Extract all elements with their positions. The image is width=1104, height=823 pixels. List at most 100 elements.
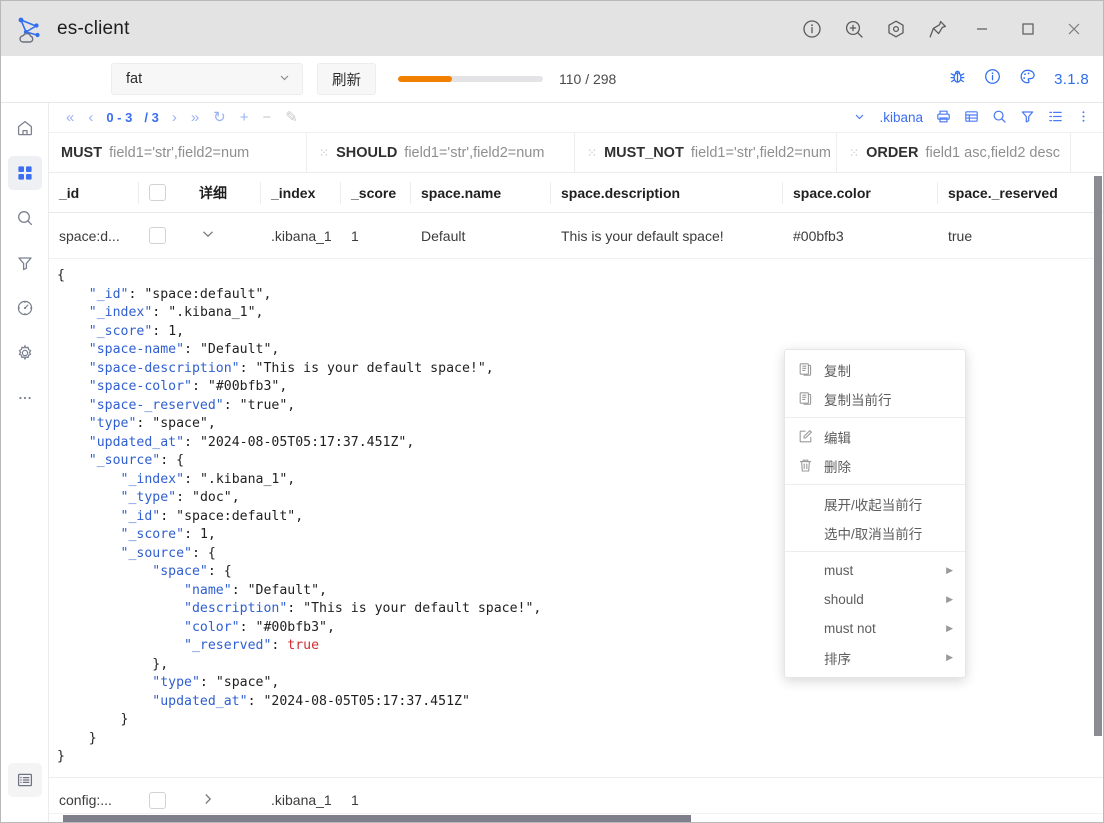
sidebar-item-panel-toggle[interactable] [8,763,42,797]
menu-item-label: 展开/收起当前行 [824,494,922,514]
menu-item-label: 排序 [824,648,851,668]
filter-icon[interactable] [1020,109,1035,127]
row-checkbox[interactable] [139,213,189,258]
pagination-bar: « ‹ 0 - 3 / 3 › » ↻ + − ✎ .kibana [49,103,1103,133]
version-label: 3.1.8 [1054,71,1089,88]
json-line: } [57,748,1103,767]
vertical-scrollbar[interactable] [1093,173,1103,813]
row-expand-toggle[interactable] [189,778,261,814]
menu-must-not[interactable]: must not▶ [785,614,965,643]
close-button[interactable] [1051,9,1097,49]
query-segment-must[interactable]: MUSTfield1='str',field2=num [49,133,307,172]
search-icon[interactable] [992,109,1007,127]
add-icon[interactable]: + [233,110,256,125]
menu-item-label: must not [824,621,876,636]
json-line: "updated_at": "2024-08-05T05:17:37.451Z" [57,693,1103,712]
chevron-down-icon[interactable] [853,110,866,126]
pager-right-tools: .kibana [853,109,1095,127]
drag-grip-icon[interactable]: ⁙ [587,146,595,160]
page-prev-button[interactable]: ‹ [81,110,100,125]
query-segment-must_not[interactable]: ⁙MUST_NOTfield1='str',field2=num [575,133,837,172]
menu-select-row[interactable]: 选中/取消当前行 [785,518,965,547]
column-header--id: _id [49,182,139,204]
sidebar-item-more[interactable] [8,381,42,415]
maximize-button[interactable] [1005,9,1051,49]
title-bar-buttons [791,9,1097,49]
settings-hex-icon[interactable] [875,9,917,49]
table-icon[interactable] [964,109,979,127]
sidebar-item-settings[interactable] [8,336,42,370]
query-segment-order[interactable]: ⁙ORDERfield1 asc,field2 desc [837,133,1071,172]
query-segment-should[interactable]: ⁙SHOULDfield1='str',field2=num [307,133,575,172]
refresh-icon[interactable]: ↻ [206,110,233,125]
menu-delete[interactable]: 删除 [785,451,965,480]
menu-should[interactable]: should▶ [785,585,965,614]
column-header--index: _index [261,182,341,204]
vertical-scrollbar-thumb[interactable] [1094,176,1102,736]
app-window: es-client [0,0,1104,823]
drag-grip-icon[interactable]: ⁙ [319,146,327,160]
info-circle-icon[interactable] [984,68,1001,90]
context-menu: 复制复制当前行编辑删除展开/收起当前行选中/取消当前行must▶should▶m… [784,349,966,678]
cell-space-color: #00bfb3 [783,213,938,258]
submenu-arrow-icon: ▶ [946,565,953,576]
table-row[interactable]: config:... .kibana_1 1 [49,778,1103,814]
row-checkbox[interactable] [139,778,189,814]
edit-icon[interactable]: ✎ [278,110,305,125]
menu-sort[interactable]: 排序▶ [785,643,965,672]
menu-item-label: 删除 [824,456,851,476]
current-index-label: .kibana [879,110,923,125]
json-line: "_score": 1, [57,323,1103,342]
submenu-arrow-icon: ▶ [946,594,953,605]
info-icon[interactable] [791,9,833,49]
cell-index: .kibana_1 [261,213,341,258]
index-select[interactable]: fat [111,63,303,95]
menu-separator [785,551,965,552]
horizontal-scrollbar-thumb[interactable] [63,815,691,822]
menu-must[interactable]: must▶ [785,556,965,585]
minimize-button[interactable] [959,9,1005,49]
menu-expand-row[interactable]: 展开/收起当前行 [785,489,965,518]
cell-space-reserved: true [938,213,1098,258]
page-next-button[interactable]: › [165,110,184,125]
json-line: { [57,267,1103,286]
query-builder-bar: MUSTfield1='str',field2=num⁙SHOULDfield1… [49,133,1103,173]
zoom-in-icon[interactable] [833,9,875,49]
index-select-value: fat [126,71,142,87]
menu-edit[interactable]: 编辑 [785,422,965,451]
sidebar-item-search[interactable] [8,201,42,235]
query-keyword: MUST_NOT [604,145,684,161]
menu-copy-row[interactable]: 复制当前行 [785,384,965,413]
palette-icon[interactable] [1019,68,1036,90]
cell-space-name: Default [411,213,551,258]
checkbox-box [149,792,166,809]
page-last-button[interactable]: » [184,110,206,125]
column-header-space-description: space.description [551,182,783,204]
app-body: « ‹ 0 - 3 / 3 › » ↻ + − ✎ .kibana [1,103,1103,822]
connection-name-redacted[interactable] [19,72,91,87]
menu-separator [785,417,965,418]
menu-separator [785,484,965,485]
column-header-space-reserved: space._reserved [938,182,1098,204]
menu-copy[interactable]: 复制 [785,355,965,384]
sidebar-item-grid[interactable] [8,156,42,190]
table-row[interactable]: space:d... .kibana_1 1 Default This is y… [49,213,1103,259]
checkbox-box [149,184,166,201]
header-select-all-checkbox[interactable] [139,182,189,204]
sidebar-item-filter[interactable] [8,246,42,280]
sidebar-item-home[interactable] [8,111,42,145]
more-vertical-icon[interactable] [1076,109,1091,127]
horizontal-scrollbar[interactable] [49,813,1103,822]
refresh-button[interactable]: 刷新 [317,63,376,95]
page-first-button[interactable]: « [59,110,81,125]
bug-icon[interactable] [949,68,966,90]
remove-icon[interactable]: − [256,110,279,125]
cell-score: 1 [341,778,411,814]
row-expand-toggle[interactable] [189,213,261,258]
sidebar-item-dashboard[interactable] [8,291,42,325]
list-settings-icon[interactable] [1048,109,1063,127]
pin-icon[interactable] [917,9,959,49]
print-icon[interactable] [936,109,951,127]
edit-icon [798,429,813,444]
drag-grip-icon[interactable]: ⁙ [849,146,857,160]
